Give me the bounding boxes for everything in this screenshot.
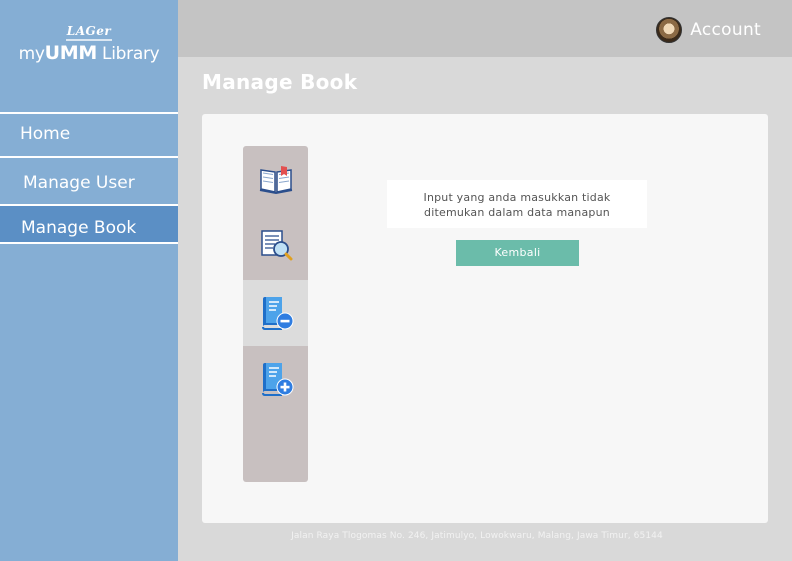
open-book-icon	[259, 166, 292, 194]
sidebar-item-home[interactable]: Home	[0, 112, 178, 156]
logo-main-text: myUMM Library	[18, 42, 160, 64]
top-bar: Account	[178, 0, 792, 57]
tool-search-books[interactable]	[243, 212, 308, 278]
app-logo[interactable]: LAGer myUMM Library	[0, 24, 178, 64]
sidebar-item-label: Home	[20, 124, 71, 144]
account-button[interactable]: Account	[656, 17, 761, 43]
back-button[interactable]: Kembali	[456, 240, 579, 266]
sidebar-nav: Home Manage User Manage Book	[0, 112, 178, 244]
sidebar-item-label: Manage User	[23, 173, 135, 193]
logo-divider	[66, 39, 112, 41]
search-book-icon	[260, 230, 292, 261]
book-tools-toolbar	[243, 146, 308, 482]
sidebar-item-label: Manage Book	[21, 218, 137, 238]
avatar	[656, 17, 683, 43]
tool-remove-book[interactable]	[243, 280, 308, 346]
sidebar: LAGer myUMM Library Home Manage User Man…	[0, 0, 178, 561]
not-found-message: Input yang anda masukkan tidak ditemukan…	[387, 180, 647, 228]
sidebar-item-manage-user[interactable]: Manage User	[0, 156, 178, 204]
add-book-icon	[261, 363, 293, 396]
message-line-1: Input yang anda masukkan tidak	[423, 191, 611, 204]
remove-book-icon	[261, 297, 293, 330]
message-line-2: ditemukan dalam data manapun	[424, 206, 610, 219]
tool-add-book[interactable]	[243, 346, 308, 412]
logo-top-text: LAGer	[66, 24, 112, 38]
account-label: Account	[690, 20, 761, 40]
content-card: Input yang anda masukkan tidak ditemukan…	[202, 114, 768, 523]
tool-view-books[interactable]	[243, 146, 308, 212]
page-title: Manage Book	[202, 70, 358, 94]
footer-address: Jalan Raya Tlogomas No. 246, Jatimulyo, …	[291, 531, 663, 541]
sidebar-item-manage-book[interactable]: Manage Book	[0, 204, 178, 244]
